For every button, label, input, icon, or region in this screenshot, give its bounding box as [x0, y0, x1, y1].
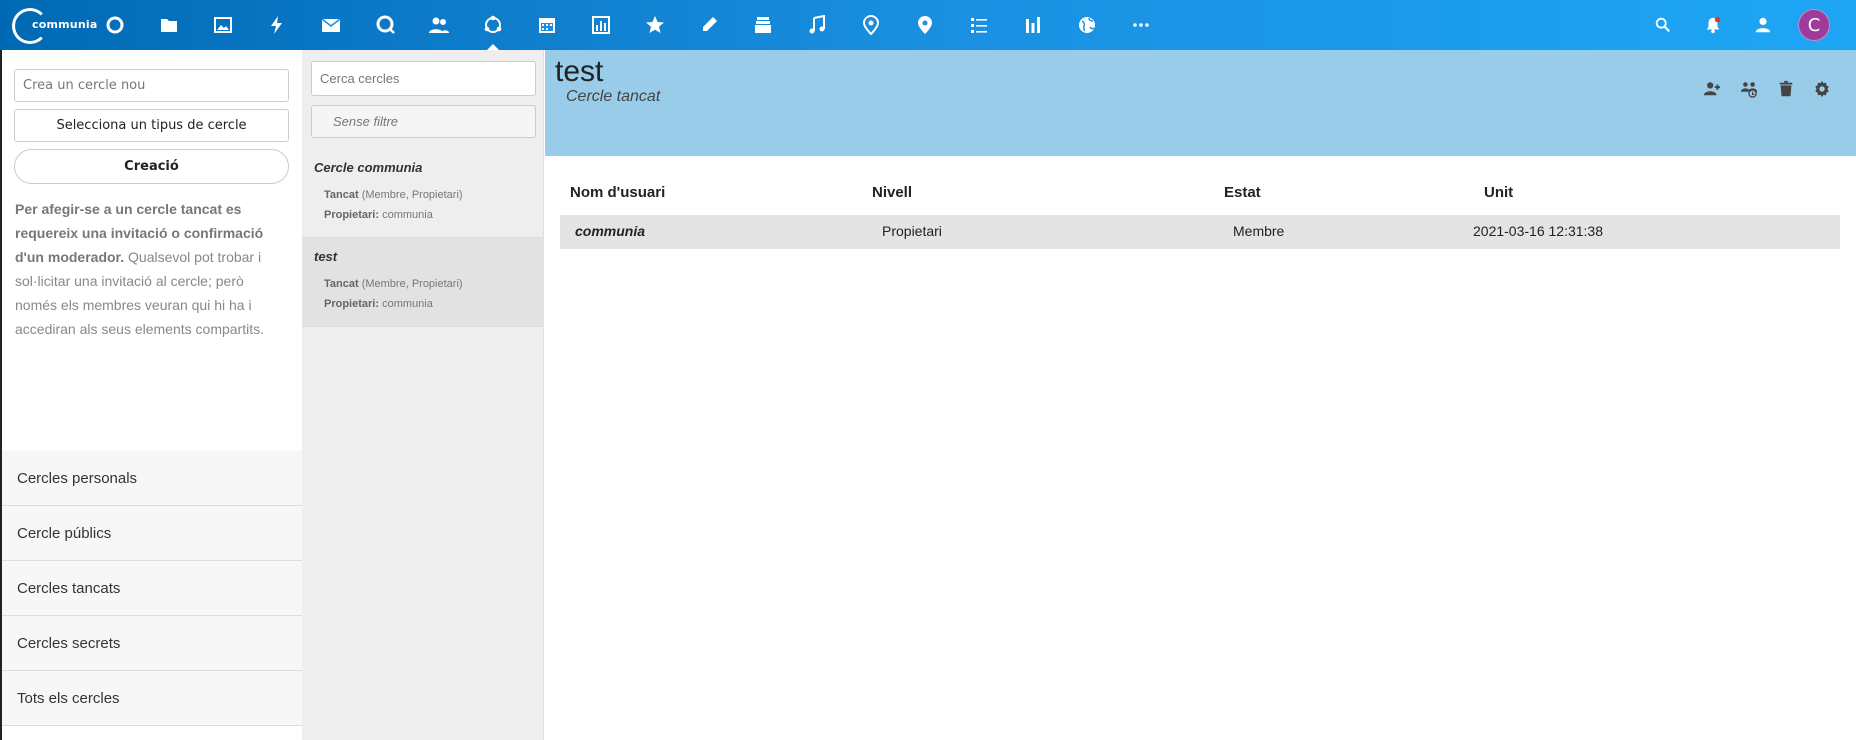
calendar-icon[interactable]: [535, 13, 559, 37]
circle-list-item[interactable]: Cercle communia Tancat (Membre, Propieta…: [302, 149, 544, 238]
col-username[interactable]: Nom d'usuari: [570, 184, 665, 201]
circles-nav: Cercles personals Cercle públics Cercles…: [2, 451, 302, 726]
circle-name: Cercle communia: [314, 160, 423, 175]
activity-icon[interactable]: [265, 13, 289, 37]
nav-secret-circles[interactable]: Cercles secrets: [2, 616, 302, 671]
deck-icon[interactable]: [751, 13, 775, 37]
bookmarks-icon[interactable]: [643, 13, 667, 37]
contacts-icon[interactable]: [427, 13, 451, 37]
circle-name: test: [314, 249, 338, 264]
circle-details: test Cercle tancat Nom d'usuari Nivell E…: [545, 50, 1856, 740]
settings-icon[interactable]: [1811, 78, 1833, 100]
mail-icon[interactable]: [319, 13, 343, 37]
col-joined[interactable]: Unit: [1484, 184, 1513, 201]
add-member-icon[interactable]: [1701, 78, 1723, 100]
filter-select[interactable]: Sense filtre: [311, 105, 536, 138]
dashboard-icon[interactable]: [103, 13, 127, 37]
circle-title: test: [555, 55, 604, 88]
more-icon[interactable]: [1129, 13, 1153, 37]
member-level[interactable]: Propietari: [882, 223, 942, 239]
nav-public-circles[interactable]: Cercle públics: [2, 506, 302, 561]
stats-icon[interactable]: [1021, 13, 1045, 37]
analytics-icon[interactable]: [589, 13, 613, 37]
table-row[interactable]: communia Propietari Membre 2021-03-16 12…: [560, 215, 1840, 249]
members-table-header: Nom d'usuari Nivell Estat Unit: [560, 184, 1840, 210]
maps-poi-icon[interactable]: [859, 13, 883, 37]
nav-personal-circles[interactable]: Cercles personals: [2, 451, 302, 506]
col-level[interactable]: Nivell: [872, 184, 912, 201]
notes-icon[interactable]: [697, 13, 721, 37]
member-username: communia: [575, 223, 646, 239]
col-status[interactable]: Estat: [1224, 184, 1261, 201]
link-circle-icon[interactable]: [1738, 78, 1760, 100]
music-icon[interactable]: [805, 13, 829, 37]
circle-list-item-selected[interactable]: test Tancat (Membre, Propietari) Propiet…: [302, 238, 544, 327]
logo-text: communia: [32, 18, 98, 31]
circle-type-select[interactable]: Selecciona un tipus de cercle: [14, 109, 289, 142]
circle-owner: Propietari: communia: [324, 298, 433, 310]
circle-type: Tancat (Membre, Propietari): [324, 278, 463, 290]
circle-type-description: Per afegir-se a un cercle tancat es requ…: [15, 197, 277, 341]
photos-icon[interactable]: [211, 13, 235, 37]
circle-banner: test Cercle tancat: [545, 50, 1856, 156]
user-avatar[interactable]: C: [1798, 9, 1830, 41]
top-bar: communia C: [0, 0, 1856, 50]
create-circle-button[interactable]: Creació: [14, 149, 289, 184]
circle-owner: Propietari: communia: [324, 209, 433, 221]
nav-all-circles[interactable]: Tots els cercles: [2, 671, 302, 726]
tasks-icon[interactable]: [967, 13, 991, 37]
member-status: Membre: [1233, 223, 1285, 239]
circle-type: Tancat (Membre, Propietari): [324, 189, 463, 201]
member-joined: 2021-03-16 12:31:38: [1473, 223, 1603, 239]
search-icon[interactable]: [1652, 14, 1674, 36]
search-circles-input[interactable]: Cerca cercles: [311, 61, 536, 96]
notifications-icon[interactable]: [1702, 14, 1724, 36]
social-icon[interactable]: [1075, 13, 1099, 37]
circles-list: Cerca cercles Sense filtre Cercle commun…: [302, 50, 544, 740]
nav-closed-circles[interactable]: Cercles tancats: [2, 561, 302, 616]
circle-subtitle: Cercle tancat: [566, 88, 661, 105]
create-circle-input[interactable]: Crea un cercle nou: [14, 69, 289, 102]
communia-logo[interactable]: communia: [10, 6, 97, 44]
contacts-menu-icon[interactable]: [1752, 14, 1774, 36]
maps-icon[interactable]: [913, 13, 937, 37]
delete-icon[interactable]: [1775, 78, 1797, 100]
circles-icon[interactable]: [481, 13, 505, 50]
files-icon[interactable]: [157, 13, 181, 37]
talk-icon[interactable]: [373, 13, 397, 37]
circles-sidebar: Crea un cercle nou Selecciona un tipus d…: [0, 50, 302, 740]
